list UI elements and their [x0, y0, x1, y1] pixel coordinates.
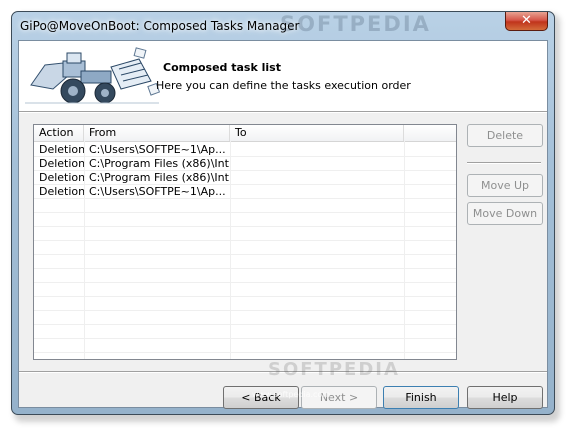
empty-row	[34, 241, 456, 255]
empty-row	[34, 297, 456, 311]
cell-from: C:\Program Files (x86)\Int...	[89, 171, 230, 184]
close-icon: ✕	[521, 13, 532, 28]
app-window: GiPo@MoveOnBoot: Composed Tasks Manager …	[11, 11, 555, 415]
cell-action: Deletion	[39, 157, 84, 170]
table-row[interactable]: Deletion C:\Program Files (x86)\Int...	[34, 171, 456, 185]
header-title: Composed task list	[163, 61, 281, 74]
cell-to	[230, 143, 404, 157]
help-button[interactable]: Help	[467, 386, 543, 409]
window-title: GiPo@MoveOnBoot: Composed Tasks Manager	[20, 19, 300, 33]
cell-to	[230, 171, 404, 185]
bulldozer-logo-icon	[23, 45, 161, 109]
delete-button[interactable]: Delete	[467, 124, 543, 147]
task-list[interactable]: Action From To Deletion C:\Users\SOFTPE~…	[33, 124, 457, 360]
cell-action: Deletion	[39, 143, 84, 156]
table-row[interactable]: Deletion C:\Users\SOFTPE~1\Ap...	[34, 185, 456, 199]
empty-row	[34, 339, 456, 353]
task-list-header: Action From To	[34, 125, 456, 142]
cell-to	[230, 185, 404, 199]
column-header-to[interactable]: To	[230, 125, 404, 141]
move-up-button[interactable]: Move Up	[467, 174, 543, 197]
watermark-text: SOFTPEDIA	[268, 359, 400, 380]
cell-action: Deletion	[39, 171, 84, 184]
cell-from: C:\Users\SOFTPE~1\Ap...	[89, 185, 226, 198]
empty-row	[34, 227, 456, 241]
title-bar[interactable]: GiPo@MoveOnBoot: Composed Tasks Manager …	[12, 12, 554, 42]
cell-from: C:\Users\SOFTPE~1\Ap...	[89, 143, 226, 156]
close-button[interactable]: ✕	[505, 12, 548, 31]
dialog-client-area: Composed task list Here you can define t…	[18, 40, 548, 409]
cell-to	[230, 157, 404, 171]
watermark-url: www.softpedia.com	[252, 390, 331, 399]
move-down-button[interactable]: Move Down	[467, 202, 543, 225]
table-row[interactable]: Deletion C:\Users\SOFTPE~1\Ap...	[34, 143, 456, 157]
header-subtitle: Here you can define the tasks execution …	[156, 79, 411, 92]
table-row[interactable]: Deletion C:\Program Files (x86)\Int...	[34, 157, 456, 171]
cell-action: Deletion	[39, 185, 84, 198]
finish-button[interactable]: Finish	[383, 386, 459, 409]
empty-row	[34, 283, 456, 297]
wizard-header: Composed task list Here you can define t…	[19, 41, 547, 111]
empty-row	[34, 325, 456, 339]
watermark-text: SOFTPEDIA	[280, 12, 431, 36]
header-divider	[19, 111, 547, 113]
empty-row	[34, 269, 456, 283]
column-header-filler	[404, 125, 456, 141]
empty-row	[34, 199, 456, 213]
cell-from: C:\Program Files (x86)\Int...	[89, 157, 230, 170]
column-header-from[interactable]: From	[84, 125, 230, 141]
empty-row	[34, 213, 456, 227]
empty-row	[34, 311, 456, 325]
column-header-action[interactable]: Action	[34, 125, 84, 141]
empty-row	[34, 255, 456, 269]
side-divider	[467, 162, 541, 164]
